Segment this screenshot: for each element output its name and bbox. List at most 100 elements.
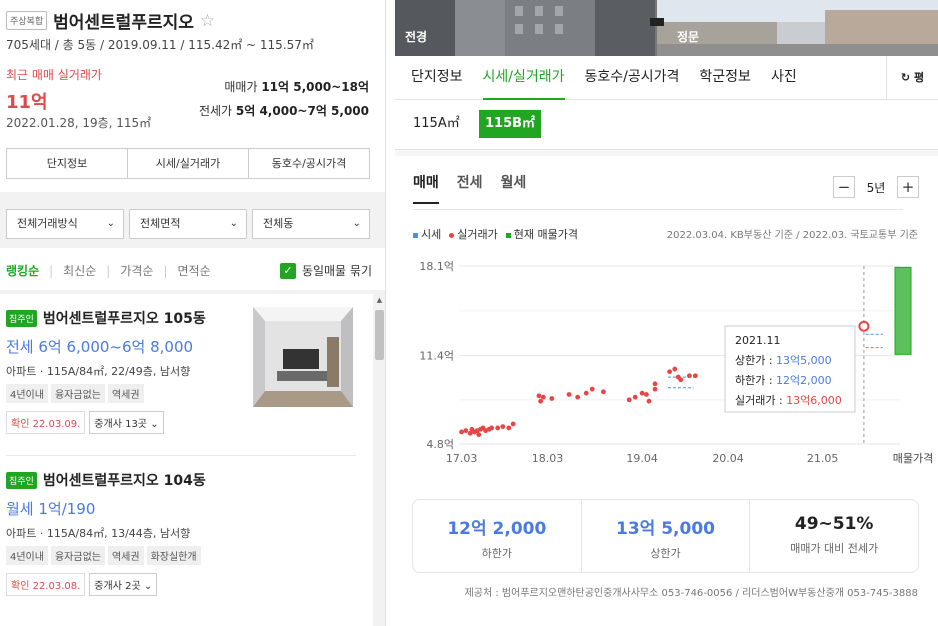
tab-school[interactable]: 학군정보 [699,56,751,100]
scrollbar[interactable]: ▲ [373,294,385,626]
building-select[interactable]: 전체동 ⌄ [252,209,370,239]
transaction-point [459,429,464,435]
tab-photos[interactable]: 사진 [771,56,797,100]
merge-label: 동일매물 묶기 [301,264,372,278]
jeonse-range-value: 5억 4,000~7억 5,000 [235,104,369,118]
sort-latest[interactable]: 최신순 [63,262,96,279]
transaction-point [693,373,698,379]
price-chart[interactable]: 18.1억 11.4억 4.8억17.03 18.03 19.04 20.04 21.05 매… [395,156,938,496]
jeonse-range-label: 전세가 [198,104,233,118]
recent-price-date: 2022.01.28, 19층, 115㎡ [6,116,152,130]
listing-price: 월세 1억/190 [6,500,96,518]
tag: 역세권 [107,546,144,565]
sort-ranking[interactable]: 랭킹순 [6,262,39,279]
listing-title[interactable]: 범어센트럴푸르지오 105동 [43,311,206,327]
agent-dropdown[interactable]: 중개사 2곳 ⌄ [89,573,158,596]
transaction-point [686,373,692,379]
owner-badge: 집주인 [6,471,37,489]
area-select[interactable]: 전체면적 ⌄ [129,209,247,239]
check-icon[interactable]: ✓ [279,262,296,279]
transaction-point [626,397,632,403]
tab-unit-price[interactable]: 동호수/공시가격 [585,56,680,100]
transaction-point [540,394,546,400]
tab-complex-info[interactable]: 단지정보 [7,149,128,178]
tooltip-label: 상한가 : [735,354,773,367]
complex-photo-strip[interactable]: 전경 정문 [395,0,938,56]
area-115b-button[interactable]: 115B㎡ [479,110,542,138]
scroll-thumb[interactable] [375,310,384,360]
listing-title[interactable]: 범어센트럴푸르지오 104동 [43,473,206,489]
detail-tabs: 단지정보 시세/실거래가 동호수/공시가격 학군정보 사진 ↻ 평 [395,56,938,100]
divider: | [106,263,111,278]
photo-label-gate: 정문 [677,30,700,44]
divider: | [163,263,168,278]
chevron-down-icon: ⌄ [150,419,159,430]
tab-complex-info[interactable]: 단지정보 [411,56,463,100]
photo-label-exterior: 전경 [405,30,428,44]
transaction-point [632,394,638,400]
filter-label: 전체동 [263,217,294,230]
filter-label: 전체면적 [140,217,181,230]
transaction-point [678,377,684,383]
listing-thumbnail-image[interactable] [253,307,353,407]
transaction-point [652,381,658,387]
sort-area[interactable]: 면적순 [178,262,211,279]
provider-note: 제공처 : 범어푸르지오맨하탄공인중개사사무소 053-746-0056 / 리… [464,588,918,599]
transaction-point [495,425,501,431]
building-photo-icon [395,0,938,56]
tooltip-line: 하한가 : 12억2,000 [735,373,832,387]
agent-label: 중개사 13곳 [94,419,148,430]
unit-label: 평 [913,71,925,84]
agent-dropdown[interactable]: 중개사 13곳 ⌄ [89,411,164,434]
chevron-down-icon: ⌄ [352,218,361,229]
favorite-star-icon[interactable]: ☆ [200,11,215,31]
transaction-point [549,396,555,401]
upper-price-label: 상한가 [650,547,681,560]
summary-upper: 13억 5,000 상한가 [582,500,751,572]
transaction-point [463,428,469,434]
tooltip-value: 13억6,000 [783,394,842,407]
transaction-point [476,432,482,438]
tab-unit-price[interactable]: 동호수/공시가격 [249,149,369,178]
tooltip-value: 12억2,000 [773,374,832,387]
sale-price-range: 매매가 11억 5,000~18억 [224,78,369,95]
tag: 화장실한개 [146,546,201,565]
transaction-point [667,369,673,375]
highlight-point [858,320,870,332]
area-115a-button[interactable]: 115A㎡ [407,110,466,138]
transaction-point [583,390,589,396]
tab-price[interactable]: 시세/실거래가 [128,149,249,178]
sort-price[interactable]: 가격순 [120,262,153,279]
confirm-date: 확인 22.03.08. [6,573,86,596]
confirm-date: 확인 22.03.09. [6,411,86,434]
transaction-point [652,386,658,392]
transaction-point [639,390,645,396]
tag: 융자금없는 [50,546,105,565]
ratio-label: 매매가 대비 전세가 [790,542,879,555]
transaction-point [566,392,572,397]
transaction-point [575,394,581,400]
refresh-icon: ↻ [900,71,911,84]
tooltip-label: 실거래가 : [735,394,783,407]
x-tick-label: 20.04 [712,452,744,465]
listing-price-bar [894,266,912,355]
transaction-point [500,424,506,430]
upper-price-value: 13억 5,000 [616,519,715,539]
recent-price-label: 최근 매매 실거래가 [6,68,102,82]
merge-same-listings-toggle[interactable]: ✓ 동일매물 묶기 [279,262,372,279]
tab-price[interactable]: 시세/실거래가 [482,56,565,100]
listing-spec: 아파트 · 115A/84㎡, 13/44층, 남서향 [6,527,191,540]
x-tick-label: 21.05 [807,452,839,465]
sort-row: 랭킹순 | 최신순 | 가격순 | 면적순 ✓ 동일매물 묶기 [6,262,372,279]
filter-label: 전체거래방식 [17,217,78,230]
tag: 4년이내 [6,546,48,565]
transaction-point [646,398,652,404]
trade-type-select[interactable]: 전체거래방식 ⌄ [6,209,124,239]
tooltip-line: 실거래가 : 13억6,000 [735,394,842,407]
scroll-up-icon[interactable]: ▲ [373,294,385,307]
transaction-point [506,425,512,431]
unit-toggle-button[interactable]: ↻ 평 [886,56,938,100]
transaction-point [536,393,542,399]
transaction-point [672,366,678,372]
list-item[interactable]: 집주인 범어센트럴푸르지오 104동 월세 1억/190 아파트 · 115A/8… [6,470,356,596]
